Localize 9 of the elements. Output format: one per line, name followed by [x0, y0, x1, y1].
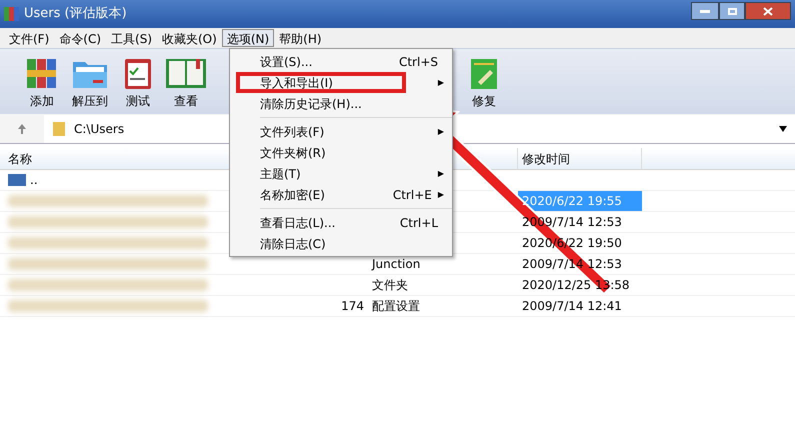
table-cell-text: 配置设置 — [372, 298, 420, 315]
table-cell-text: 2009/7/14 12:41 — [522, 298, 622, 315]
table-cell-text: 174 — [341, 298, 364, 315]
window-title: Users (评估版本) — [24, 5, 127, 24]
table-cell-text: 文件夹 — [372, 277, 408, 294]
table-cell-text: 2020/6/22 19:55 — [522, 193, 622, 210]
table-cell-text: .. — [30, 172, 38, 189]
table-cell-text: Junction — [372, 256, 420, 273]
submenu-arrow-icon: ▶ — [438, 76, 444, 88]
